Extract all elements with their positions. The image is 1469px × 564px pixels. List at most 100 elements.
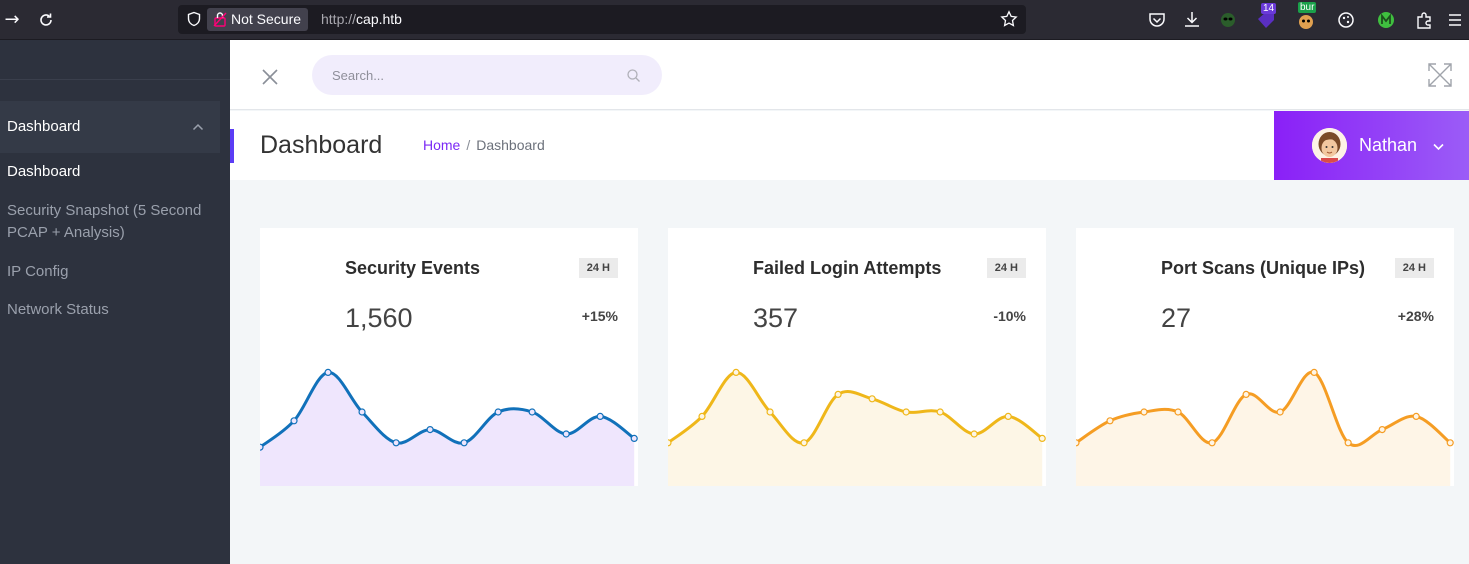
m-extension-icon[interactable] [1375, 9, 1397, 31]
sparkline-point [1038, 434, 1046, 443]
sparkline-point [800, 439, 808, 447]
sparkline-point [1106, 417, 1114, 425]
url-protocol: http:// [321, 11, 357, 27]
sparkline-point [1310, 368, 1318, 376]
alien-extension-icon[interactable] [1217, 9, 1239, 31]
period-badge: 24 H [578, 258, 618, 278]
sidebar-item-network-status[interactable]: Network Status [7, 299, 207, 321]
card-delta: +15% [581, 308, 618, 324]
cookie-icon[interactable] [1335, 9, 1357, 31]
not-secure-label: Not Secure [231, 11, 302, 27]
not-secure-indicator[interactable]: Not Secure [207, 8, 309, 31]
extensions-puzzle-icon[interactable] [1413, 9, 1435, 31]
card-delta: +28% [1397, 308, 1434, 324]
user-menu[interactable]: Nathan [1274, 111, 1469, 180]
breadcrumb-current: Dashboard [476, 137, 545, 153]
sparkline-chart [1076, 368, 1454, 486]
sparkline-chart [260, 368, 638, 486]
address-bar[interactable]: Not Secure http://cap.htb [178, 5, 1026, 34]
page-title: Dashboard [260, 131, 383, 159]
burp-extension[interactable]: bur [1295, 2, 1317, 31]
stat-card-failed-logins: Failed Login Attempts 24 H 357 -10% [668, 228, 1046, 486]
extension-badge-text: bur [1298, 2, 1317, 13]
breadcrumb: Home / Dashboard [423, 111, 545, 180]
forward-icon[interactable]: → [0, 8, 24, 32]
sparkline-point [630, 434, 638, 443]
sparkline-point [426, 425, 434, 434]
lock-warning-icon [213, 12, 227, 27]
sparkline-point [562, 430, 570, 438]
sparkline-point [1140, 408, 1148, 416]
page-header: Dashboard Home / Dashboard Nathan [230, 111, 1469, 180]
breadcrumb-home-link[interactable]: Home [423, 137, 460, 153]
sparkline-area [1076, 371, 1451, 486]
sparkline-point [1174, 408, 1182, 416]
browser-toolbar: → Not Secure http://cap.htb 14 bur [0, 0, 1469, 40]
url-text[interactable]: http://cap.htb [321, 5, 402, 34]
card-title: Security Events [345, 258, 481, 278]
sidebar-item-security-snapshot[interactable]: Security Snapshot (5 Second PCAP + Analy… [7, 200, 202, 244]
sparkline-point [1412, 412, 1420, 421]
user-name: Nathan [1359, 135, 1418, 155]
period-badge: 24 H [986, 258, 1026, 278]
sparkline-point [766, 408, 774, 416]
sparkline-point [1242, 390, 1250, 399]
breadcrumb-separator: / [466, 137, 471, 153]
sparkline-point [868, 395, 876, 403]
sparkline-point [1004, 412, 1012, 421]
sparkline-point [1076, 439, 1080, 447]
extension-badge-count: 14 [1261, 3, 1277, 14]
chevron-up-icon [192, 123, 204, 131]
sparkline-point [732, 368, 740, 376]
sidebar-divider [0, 79, 230, 80]
sparkline-point [392, 439, 400, 447]
sparkline-chart [668, 368, 1046, 486]
sparkline-point [970, 430, 978, 438]
fullscreen-icon[interactable] [1427, 62, 1453, 88]
stat-card-port-scans: Port Scans (Unique IPs) 24 H 27 +28% [1076, 228, 1454, 486]
sparkline-point [902, 408, 910, 416]
search-box [312, 55, 662, 95]
card-value: 357 [753, 303, 799, 333]
chevron-down-icon [1433, 143, 1444, 151]
sparkline-point [1344, 439, 1352, 447]
sparkline-point [260, 443, 264, 451]
sparkline-point [1378, 425, 1386, 434]
stat-card-security-events: Security Events 24 H 1,560 +15% [260, 228, 638, 486]
period-badge: 24 H [1394, 258, 1434, 278]
sparkline-point [936, 408, 944, 416]
sidebar-group-dashboard[interactable]: Dashboard [0, 101, 220, 153]
sidebar-item-dashboard[interactable]: Dashboard [7, 161, 207, 183]
url-host: cap.htb [356, 11, 402, 27]
download-icon[interactable] [1181, 9, 1203, 31]
card-delta: -10% [993, 308, 1026, 324]
sparkline-point [596, 412, 604, 421]
title-accent-bar [230, 129, 234, 163]
sparkline-point [358, 408, 366, 416]
close-icon[interactable] [261, 68, 279, 86]
search-icon[interactable] [626, 68, 641, 83]
menu-icon[interactable] [1444, 9, 1466, 31]
sparkline-point [668, 439, 672, 447]
shield-icon[interactable] [186, 11, 202, 27]
avatar [1312, 128, 1347, 163]
sparkline-point [1208, 439, 1216, 447]
sparkline-point [834, 390, 842, 399]
search-input[interactable] [312, 55, 612, 95]
bookmark-star-icon[interactable] [1000, 10, 1018, 28]
top-bar [230, 40, 1469, 110]
reload-icon[interactable] [34, 8, 58, 32]
sidebar-item-ip-config[interactable]: IP Config [7, 261, 207, 283]
sparkline-point [290, 417, 298, 425]
sparkline-point [698, 412, 706, 421]
sparkline-point [528, 408, 536, 416]
extension-with-count[interactable]: 14 [1255, 3, 1277, 31]
card-title: Failed Login Attempts [753, 258, 942, 278]
sparkline-point [494, 408, 502, 416]
card-value: 27 [1161, 303, 1192, 333]
sparkline-point [460, 439, 468, 447]
sidebar: Dashboard Dashboard Security Snapshot (5… [0, 40, 230, 564]
pocket-icon[interactable] [1146, 9, 1168, 31]
sparkline-point [324, 368, 332, 376]
sparkline-point [1276, 408, 1284, 416]
